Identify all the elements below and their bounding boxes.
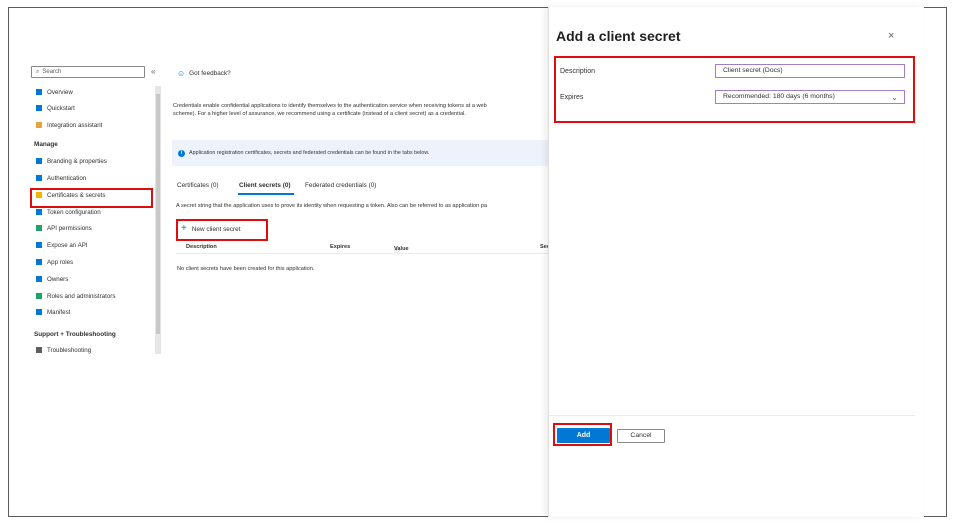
panel-title: Add a client secret <box>556 28 681 44</box>
feedback-icon: ☺ <box>177 69 186 78</box>
sidebar-item-quickstart[interactable]: Quickstart <box>36 102 75 114</box>
highlight-add-button <box>553 423 612 446</box>
sidebar-item-label: Roles and administrators <box>47 292 116 300</box>
sidebar-item-label: Quickstart <box>47 104 75 112</box>
cancel-button[interactable]: Cancel <box>617 429 665 443</box>
collapse-sidebar-button[interactable]: « <box>151 67 155 76</box>
overview-icon <box>36 89 42 95</box>
tab-federated-credentials[interactable]: Federated credentials (0) <box>305 182 376 189</box>
sidebar-item-label: Owners <box>47 275 69 283</box>
info-circle-icon: ⓘ <box>394 248 400 254</box>
permissions-icon <box>36 225 42 231</box>
highlight-certificates <box>30 188 153 208</box>
search-input[interactable]: ⌕ Search <box>31 66 145 78</box>
sidebar-item-app-roles[interactable]: App roles <box>36 256 73 268</box>
branding-icon <box>36 158 42 164</box>
owners-icon <box>36 276 42 282</box>
panel-footer-divider <box>549 415 915 416</box>
sidebar-item-label: Authentication <box>47 174 87 182</box>
sidebar-item-label: Manifest <box>47 308 71 316</box>
feedback-link[interactable]: ☺ Got feedback? <box>177 69 231 78</box>
sidebar-item-integration-assistant[interactable]: Integration assistant <box>36 119 102 131</box>
sidebar-item-roles-and-administrators[interactable]: Roles and administrators <box>36 290 115 302</box>
column-expires: Expires <box>330 244 351 250</box>
sidebar-item-label: Integration assistant <box>47 121 103 129</box>
manage-header: Manage <box>34 141 58 148</box>
search-icon: ⌕ <box>36 69 40 75</box>
info-icon: i <box>178 149 185 157</box>
roles-icon <box>36 293 42 299</box>
cloud-icon <box>36 242 42 248</box>
highlight-form-fields <box>554 56 915 123</box>
tab-client-secrets[interactable]: Client secrets (0) <box>239 182 291 189</box>
sidebar-scrollbar[interactable] <box>155 86 161 354</box>
authentication-icon <box>36 175 42 181</box>
app-roles-icon <box>36 259 42 265</box>
column-description: Description <box>186 244 217 250</box>
active-tab-underline <box>238 193 294 195</box>
info-banner: i Application registration certificates,… <box>172 140 552 166</box>
close-icon[interactable]: × <box>888 30 894 42</box>
wrench-icon <box>36 347 42 353</box>
sidebar-item-label: Overview <box>47 88 73 96</box>
description-line-2: scheme). For a higher level of assurance… <box>173 111 466 117</box>
support-header: Support + Troubleshooting <box>34 331 116 338</box>
description-line-1: Credentials enable confidential applicat… <box>173 103 487 109</box>
highlight-new-secret <box>176 219 268 241</box>
sidebar-item-manifest[interactable]: Manifest <box>36 306 70 318</box>
sidebar-item-label: Branding & properties <box>47 157 107 165</box>
info-text: Application registration certificates, s… <box>189 150 430 156</box>
sidebar-item-branding-properties[interactable]: Branding & properties <box>36 155 107 167</box>
sidebar-item-overview[interactable]: Overview <box>36 86 73 98</box>
sidebar-item-label: App roles <box>47 258 74 266</box>
sidebar-item-troubleshooting[interactable]: Troubleshooting <box>36 344 91 356</box>
empty-secrets-message: No client secrets have been created for … <box>177 266 315 272</box>
search-placeholder: Search <box>42 69 62 75</box>
sidebar-item-authentication[interactable]: Authentication <box>36 172 86 184</box>
rocket-icon <box>36 122 42 128</box>
quickstart-icon <box>36 105 42 111</box>
sidebar-item-label: Expose an API <box>47 241 88 249</box>
sidebar-item-label: Troubleshooting <box>47 346 92 354</box>
tab-certificates[interactable]: Certificates (0) <box>177 182 219 189</box>
sidebar-item-owners[interactable]: Owners <box>36 273 68 285</box>
sidebar-item-expose-an-api[interactable]: Expose an API <box>36 239 88 251</box>
secrets-table-header: Description Expires Value ⓘ Sec <box>176 242 553 254</box>
sidebar-item-label: Token configuration <box>47 208 101 216</box>
sidebar-item-label: API permissions <box>47 224 92 232</box>
sidebar-item-api-permissions[interactable]: API permissions <box>36 222 92 234</box>
token-icon <box>36 209 42 215</box>
manifest-icon <box>36 309 42 315</box>
secret-description: A secret string that the application use… <box>176 203 487 209</box>
